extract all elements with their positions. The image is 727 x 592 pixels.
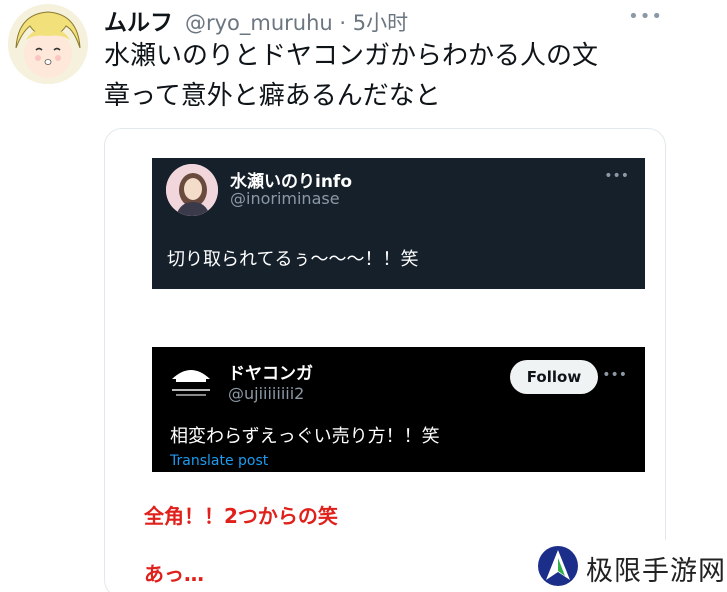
watermark-logo-icon [538,546,578,586]
dokakonga-avatar-logo [166,355,216,405]
follow-button: Follow [510,360,598,394]
tweet-text-line: 章って意外と癖あるんだなと [104,81,441,111]
embedded-tweet-screenshot-2: ドヤコンガ @ujiiiiiiii2 Follow ••• 相変わらずえっぐい売… [152,347,645,472]
embedded-author-handle: @ujiiiiiiii2 [228,384,305,403]
dokakonga-logo-graphic [166,355,216,405]
display-name[interactable]: ムルフ [104,3,173,37]
embedded-more-icon: ••• [602,367,627,383]
annotation-text: 全角！！2つからの笑 [144,504,338,528]
watermark-text: 极限手游网 [586,556,726,587]
inori-avatar [166,164,218,216]
handle-and-timestamp[interactable]: @ryo_muruhu · 5小时 [185,7,408,37]
translate-post-link: Translate post [170,453,269,469]
embedded-tweet-screenshot-1: 水瀬いのりinfo @inoriminase ••• 切り取られてるぅ〜〜〜！！… [152,158,645,289]
annotation-text: あっ… [144,562,204,586]
more-options-icon[interactable]: ••• [628,6,663,27]
inori-avatar-photo [166,164,218,216]
tweet-text: 水瀬いのりとドヤコンガからわかる人の文 章って意外と癖あるんだなと [104,36,664,116]
embedded-author-handle: @inoriminase [230,189,340,208]
site-watermark: 极限手游网 [526,540,727,592]
user-avatar[interactable] [8,4,88,84]
embedded-author-name: ドヤコンガ [228,364,313,384]
tweet-text-line: 水瀬いのりとドヤコンガからわかる人の文 [104,41,599,71]
embedded-more-icon: ••• [604,168,629,184]
tweet-header: ムルフ @ryo_muruhu · 5小时 [104,3,408,36]
avatar-illustration [8,4,88,84]
embedded-tweet-text: 切り取られてるぅ〜〜〜！！笑 [167,249,419,270]
embedded-tweet-text: 相変わらずえっぐい売り方！！笑 [170,426,440,447]
